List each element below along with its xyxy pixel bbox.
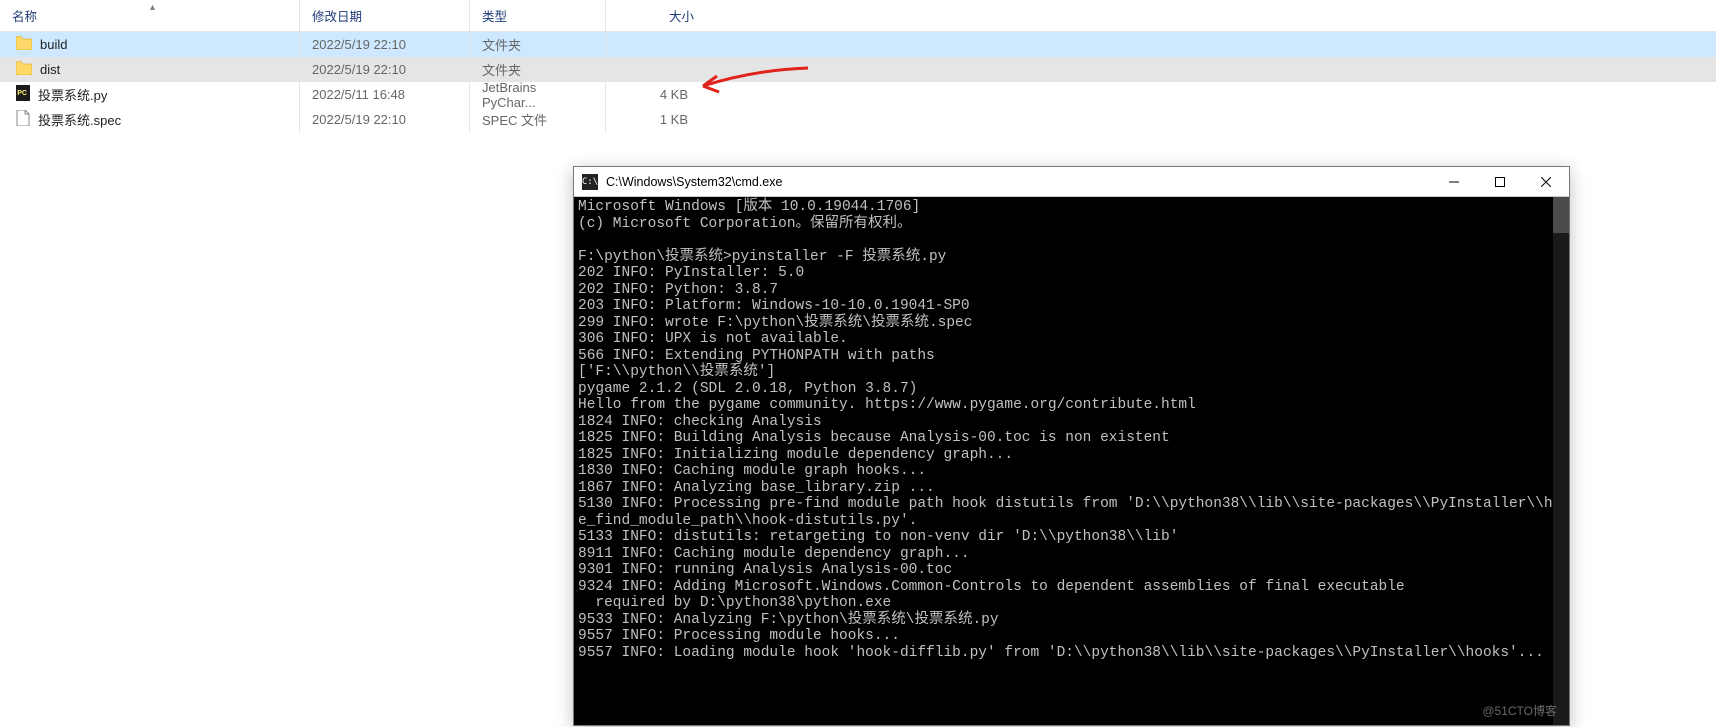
- column-header-row: ▴ 名称 修改日期 类型 大小: [0, 0, 1716, 32]
- cmd-titlebar[interactable]: C:\ C:\Windows\System32\cmd.exe: [574, 167, 1569, 197]
- file-size-cell: [606, 32, 706, 57]
- file-type-cell: SPEC 文件: [470, 107, 606, 132]
- file-date-cell: 2022/5/11 16:48: [300, 82, 470, 107]
- window-buttons: [1431, 167, 1569, 196]
- watermark-text: @51CTO博客: [1482, 702, 1557, 719]
- file-name-cell: build: [0, 32, 300, 57]
- file-name-label: dist: [40, 62, 60, 77]
- file-row[interactable]: dist 2022/5/19 22:10文件夹: [0, 57, 1716, 82]
- cmd-scrollbar[interactable]: [1553, 197, 1569, 725]
- file-type-cell: 文件夹: [470, 32, 606, 57]
- cmd-app-icon: C:\: [582, 174, 598, 190]
- maximize-icon: [1495, 177, 1505, 187]
- file-size-cell: [606, 57, 706, 82]
- file-date-cell: 2022/5/19 22:10: [300, 107, 470, 132]
- file-row[interactable]: 投票系统.spec 2022/5/19 22:10SPEC 文件1 KB: [0, 107, 1716, 132]
- file-name-label: 投票系统.spec: [38, 110, 121, 129]
- file-date-cell: 2022/5/19 22:10: [300, 32, 470, 57]
- file-name-cell: PC 投票系统.py: [0, 82, 300, 107]
- file-row[interactable]: PC 投票系统.py 2022/5/11 16:48JetBrains PyChar…: [0, 82, 1716, 107]
- minimize-button[interactable]: [1431, 167, 1477, 196]
- file-name-cell: 投票系统.spec: [0, 107, 300, 132]
- column-header-size[interactable]: 大小: [606, 0, 706, 31]
- file-row[interactable]: build 2022/5/19 22:10文件夹: [0, 32, 1716, 57]
- file-type-cell: JetBrains PyChar...: [470, 82, 606, 107]
- file-date-cell: 2022/5/19 22:10: [300, 57, 470, 82]
- file-size-cell: 1 KB: [606, 107, 706, 132]
- file-explorer: ▴ 名称 修改日期 类型 大小 build2022/5/19 22:10文件夹d…: [0, 0, 1716, 160]
- cmd-output-text: Microsoft Windows [版本 10.0.19044.1706] (…: [574, 197, 1569, 663]
- cmd-title-text: C:\Windows\System32\cmd.exe: [606, 175, 1431, 189]
- column-header-type[interactable]: 类型: [470, 0, 606, 31]
- close-button[interactable]: [1523, 167, 1569, 196]
- folder-icon: [16, 61, 32, 78]
- cmd-window: C:\ C:\Windows\System32\cmd.exe Microsof…: [573, 166, 1570, 726]
- sort-indicator-icon: ▴: [150, 2, 155, 13]
- file-list: build2022/5/19 22:10文件夹dist2022/5/19 22:…: [0, 32, 1716, 132]
- file-icon: [16, 110, 30, 129]
- file-name-cell: dist: [0, 57, 300, 82]
- svg-text:PC: PC: [17, 90, 27, 97]
- cmd-body[interactable]: Microsoft Windows [版本 10.0.19044.1706] (…: [574, 197, 1569, 725]
- file-type-cell: 文件夹: [470, 57, 606, 82]
- close-icon: [1541, 177, 1551, 187]
- file-name-label: 投票系统.py: [38, 85, 107, 104]
- column-header-date[interactable]: 修改日期: [300, 0, 470, 31]
- minimize-icon: [1449, 177, 1459, 187]
- file-name-label: build: [40, 37, 67, 52]
- folder-icon: [16, 36, 32, 53]
- file-size-cell: 4 KB: [606, 82, 706, 107]
- maximize-button[interactable]: [1477, 167, 1523, 196]
- cmd-scroll-thumb[interactable]: [1553, 197, 1569, 233]
- pycharm-icon: PC: [16, 85, 30, 104]
